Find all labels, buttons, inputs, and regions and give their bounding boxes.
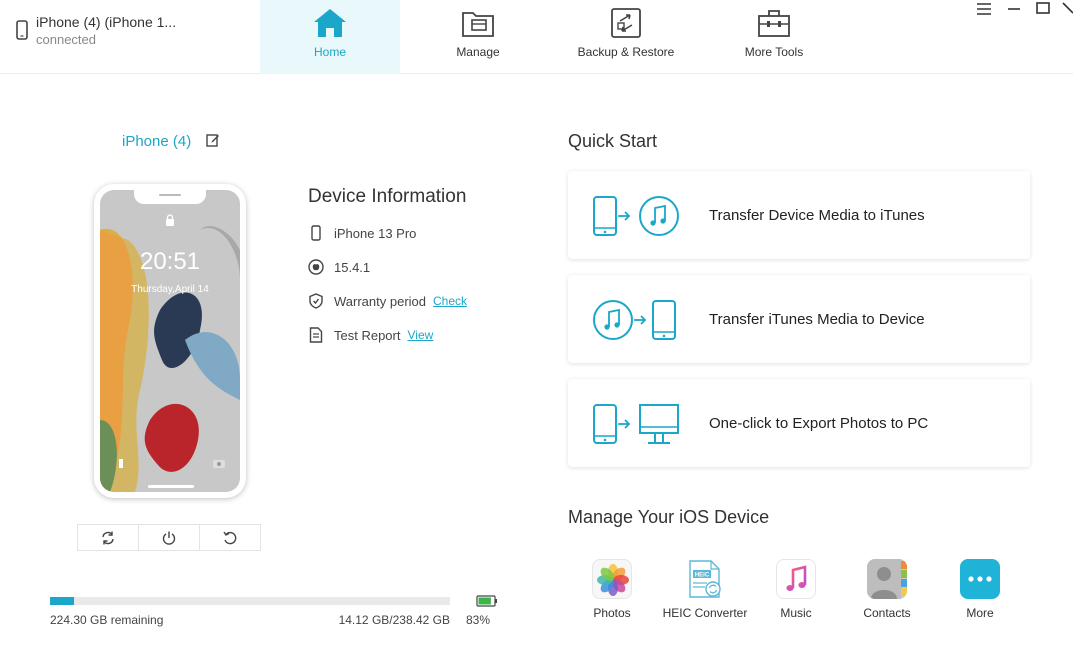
manage-title: Manage Your iOS Device [568, 507, 770, 527]
home-icon [314, 9, 346, 37]
info-model-row: iPhone 13 Pro [308, 223, 416, 243]
device-preview: 20:51 Thursday,April 14 [94, 184, 246, 498]
backup-restore-icon [611, 8, 641, 38]
minimize-icon[interactable] [1003, 0, 1025, 20]
camera-icon [213, 460, 225, 468]
restart-button[interactable] [200, 525, 260, 550]
quick-start-transfer-to-itunes[interactable]: Transfer Device Media to iTunes [568, 171, 1030, 259]
storage-used-fill [50, 597, 74, 605]
tab-label: Backup & Restore [577, 45, 675, 59]
device-to-itunes-icon [593, 196, 679, 236]
quick-start-transfer-to-device[interactable]: Transfer iTunes Media to Device [568, 275, 1030, 363]
device-to-pc-icon [593, 404, 679, 444]
lock-time: 20:51 [139, 248, 201, 275]
app-label: More [966, 606, 994, 620]
apple-icon [308, 259, 324, 275]
refresh-button[interactable] [78, 525, 139, 550]
battery-icon [476, 595, 497, 607]
tab-label: Manage [456, 45, 500, 59]
tab-more-tools[interactable]: More Tools [704, 0, 844, 74]
device-title: iPhone (4) [122, 133, 192, 150]
device-name: iPhone (4) (iPhone 1... [36, 14, 177, 30]
warranty-check-link[interactable]: Check [433, 294, 467, 308]
storage-used-total: 14.12 GB/238.42 GB [338, 613, 450, 627]
app-heic-converter[interactable]: HEIC HEIC Converter [660, 559, 750, 620]
info-warranty-row: Warranty period Check [308, 291, 467, 311]
device-controls [77, 524, 261, 551]
restart-icon [223, 531, 237, 544]
heic-converter-icon: HEIC [685, 559, 725, 599]
ios-version: 15.4.1 [334, 259, 371, 275]
app-label: HEIC Converter [662, 606, 748, 620]
photos-icon [592, 559, 632, 599]
app-more[interactable]: More [950, 559, 1010, 620]
phone-icon [16, 20, 28, 40]
lock-icon [166, 214, 174, 226]
app-photos[interactable]: Photos [582, 559, 642, 620]
refresh-icon [102, 531, 114, 544]
maximize-icon[interactable] [1032, 0, 1054, 20]
tab-label: More Tools [744, 45, 804, 59]
lock-screen: 20:51 Thursday,April 14 [100, 190, 240, 492]
info-ios-row: 15.4.1 [308, 257, 370, 277]
edit-icon[interactable] [206, 133, 220, 147]
info-report-row: Test Report View [308, 325, 433, 345]
top-bar: iPhone (4) (iPhone 1... connected Home M… [0, 0, 1073, 74]
more-icon [960, 559, 1000, 599]
tab-backup-restore[interactable]: Backup & Restore [556, 0, 696, 74]
device-selector[interactable]: iPhone (4) (iPhone 1... connected [0, 0, 260, 74]
folder-icon [462, 12, 494, 37]
contacts-icon [867, 559, 907, 599]
tab-manage[interactable]: Manage [408, 0, 548, 74]
quick-start-label: One-click to Export Photos to PC [709, 415, 929, 432]
power-icon [162, 531, 176, 545]
phone-icon [311, 225, 321, 241]
tab-label: Home [313, 45, 346, 59]
quick-start-export-photos[interactable]: One-click to Export Photos to PC [568, 379, 1030, 467]
itunes-to-device-icon [593, 300, 676, 340]
quick-start-title: Quick Start [568, 131, 658, 151]
close-icon[interactable] [1060, 0, 1073, 20]
test-report-label: Test Report [334, 327, 401, 343]
app-label: Photos [593, 606, 631, 620]
app-label: Contacts [863, 606, 911, 620]
app-contacts[interactable]: Contacts [857, 559, 917, 620]
tab-home[interactable]: Home [260, 0, 400, 74]
shield-icon [309, 293, 323, 309]
quick-start-label: Transfer iTunes Media to Device [709, 311, 925, 328]
battery-percent: 83% [466, 613, 491, 627]
toolbox-icon [758, 10, 790, 37]
app-music[interactable]: Music [766, 559, 826, 620]
device-model: iPhone 13 Pro [334, 225, 417, 241]
notch [134, 190, 206, 204]
wallpaper-image [100, 190, 240, 492]
warranty-label: Warranty period [334, 293, 426, 309]
device-status: connected [36, 32, 96, 47]
device-info-title: Device Information [308, 186, 467, 207]
test-report-view-link[interactable]: View [407, 328, 433, 342]
svg-text:HEIC: HEIC [695, 573, 710, 579]
document-icon [309, 327, 323, 343]
app-label: Music [780, 606, 812, 620]
quick-start-label: Transfer Device Media to iTunes [709, 207, 925, 224]
home-indicator [148, 485, 194, 488]
flashlight-icon [119, 459, 123, 468]
storage-bar [50, 597, 450, 605]
power-button[interactable] [139, 525, 200, 550]
lock-date: Thursday,April 14 [131, 284, 209, 295]
menu-icon[interactable] [973, 0, 995, 20]
music-icon [776, 559, 816, 599]
storage-remaining: 224.30 GB remaining [50, 613, 164, 627]
